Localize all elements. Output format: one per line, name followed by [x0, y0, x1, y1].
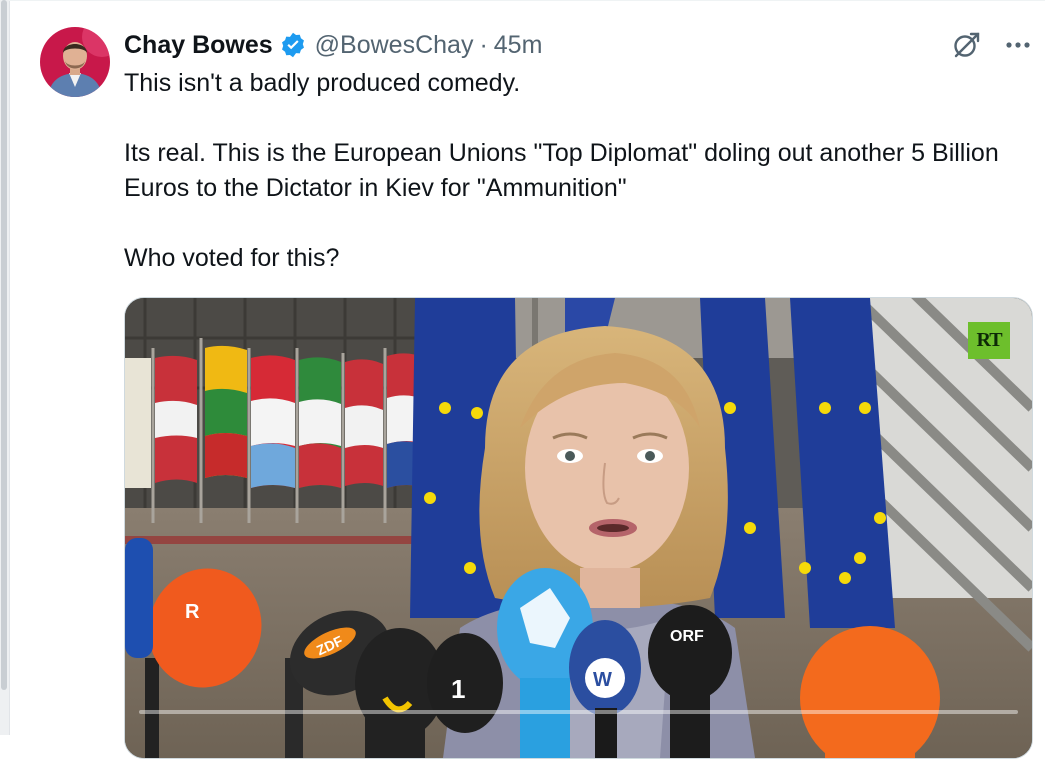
- mic-label-ard: 1: [451, 674, 465, 704]
- timestamp[interactable]: 45m: [494, 31, 543, 60]
- slashed-circle-icon: [954, 32, 980, 58]
- more-dots-icon: [1006, 42, 1030, 48]
- grok-button[interactable]: [950, 28, 982, 62]
- tweet-text-line: Who voted for this?: [124, 244, 340, 272]
- scrollbar-thumb[interactable]: [1, 0, 7, 690]
- video-progress-bar[interactable]: [139, 710, 1018, 714]
- mic-label-dw: W: [593, 669, 612, 691]
- tweet-video[interactable]: R ZDF 1 W ORF RT: [124, 297, 1033, 759]
- tweet-text-line: Its real. This is the European Unions "T…: [124, 139, 999, 202]
- more-button[interactable]: [1002, 28, 1034, 62]
- tweet-actions: [950, 28, 1034, 62]
- rt-watermark: RT: [968, 322, 1010, 359]
- separator-dot: ·: [479, 30, 488, 59]
- tweet-text: This isn't a badly produced comedy. Its …: [124, 66, 1004, 276]
- tweet-header: Chay Bowes @BowesChay · 45m: [124, 28, 1034, 62]
- author-handle[interactable]: @BowesChay: [315, 31, 474, 60]
- video-frame: R ZDF 1 W ORF: [125, 298, 1032, 758]
- avatar-image: [40, 27, 110, 97]
- mic-label-orf: ORF: [670, 628, 704, 645]
- page-scrollbar[interactable]: [0, 0, 10, 735]
- tweet: Chay Bowes @BowesChay · 45m This isn't a…: [124, 28, 1034, 276]
- verified-badge-icon: [279, 31, 307, 59]
- avatar[interactable]: [40, 27, 110, 97]
- tweet-text-line: This isn't a badly produced comedy.: [124, 69, 521, 97]
- svg-text:R: R: [185, 601, 200, 623]
- author-name[interactable]: Chay Bowes: [124, 31, 273, 60]
- divider: [9, 0, 1045, 1]
